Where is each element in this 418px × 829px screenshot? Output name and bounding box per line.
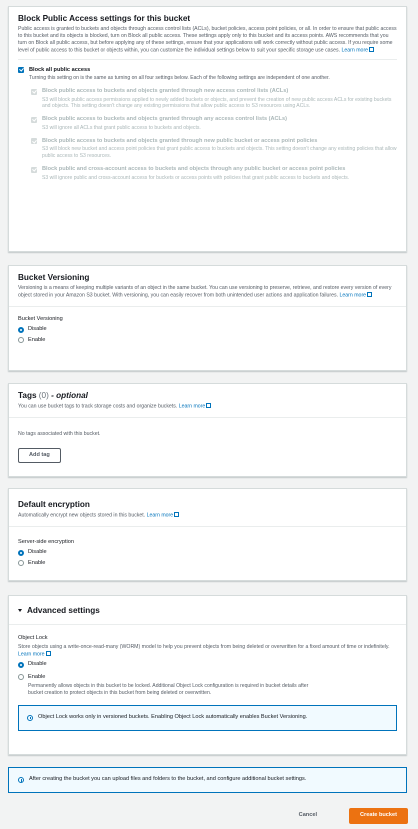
footer-info-alert: After creating the bucket you can upload… bbox=[8, 767, 407, 793]
caret-down-icon bbox=[18, 609, 22, 612]
learn-more-link[interactable]: Learn more bbox=[340, 293, 367, 299]
block-public-access-description: Public access is granted to buckets and … bbox=[18, 26, 397, 54]
block-public-access-body: Block all public access Turning this set… bbox=[9, 60, 406, 195]
block-all-checkbox-row[interactable]: Block all public access Turning this set… bbox=[18, 67, 397, 82]
block-option-label: Block public access to buckets and objec… bbox=[42, 137, 318, 144]
external-link-icon bbox=[206, 403, 212, 409]
advanced-settings-title[interactable]: Advanced settings bbox=[18, 605, 397, 616]
object-lock-enable-description: Permanently allows objects in this bucke… bbox=[28, 683, 309, 697]
learn-more-link[interactable]: Learn more bbox=[18, 651, 45, 657]
object-lock-label: Object Lock bbox=[18, 635, 48, 642]
radio-label: Disable bbox=[28, 549, 47, 556]
external-link-icon bbox=[367, 292, 373, 298]
block-public-access-title: Block Public Access settings for this bu… bbox=[18, 14, 191, 23]
encryption-title: Default encryption bbox=[18, 500, 90, 509]
versioning-panel: Bucket Versioning Versioning is a means … bbox=[8, 265, 407, 371]
learn-more-link[interactable]: Learn more bbox=[179, 404, 206, 410]
block-public-access-panel: Block Public Access settings for this bu… bbox=[8, 6, 407, 252]
block-option-row: Block public access to buckets and objec… bbox=[31, 88, 397, 110]
block-all-description: Turning this setting on is the same as t… bbox=[29, 75, 330, 82]
radio-selected[interactable] bbox=[18, 549, 24, 556]
external-link-icon bbox=[369, 47, 375, 53]
radio-unselected[interactable] bbox=[18, 674, 24, 681]
block-public-access-options: Block public access to buckets and objec… bbox=[31, 88, 397, 181]
encryption-field-label: Server-side encryption bbox=[18, 538, 74, 545]
radio-selected[interactable] bbox=[18, 661, 24, 668]
object-lock-description: Store objects using a write-once-read-ma… bbox=[18, 643, 390, 658]
external-link-icon bbox=[45, 650, 51, 656]
block-option-row: Block public access to buckets and objec… bbox=[31, 138, 397, 160]
block-option-row: Block public access to buckets and objec… bbox=[31, 116, 397, 131]
info-icon bbox=[18, 777, 24, 783]
block-public-access-header: Block Public Access settings for this bu… bbox=[9, 7, 406, 59]
external-link-icon bbox=[174, 512, 180, 518]
tags-description: You can use bucket tags to track storage… bbox=[18, 403, 397, 411]
create-bucket-button[interactable]: Create bucket bbox=[349, 808, 408, 824]
block-all-checkbox[interactable] bbox=[18, 67, 24, 74]
info-icon bbox=[27, 714, 33, 721]
tags-empty-message: No tags associated with this bucket. bbox=[18, 430, 101, 437]
encryption-body: Server-side encryption Disable Enable bbox=[9, 527, 406, 578]
tags-optional: - optional bbox=[51, 391, 88, 400]
tags-body: No tags associated with this bucket. Add… bbox=[9, 418, 406, 471]
encryption-description: Automatically encrypt new objects stored… bbox=[18, 512, 397, 520]
block-option-checkbox bbox=[31, 138, 37, 145]
versioning-field-label: Bucket Versioning bbox=[18, 315, 63, 322]
versioning-enable-option[interactable]: Enable bbox=[18, 337, 397, 345]
encryption-panel: Default encryption Automatically encrypt… bbox=[8, 488, 407, 581]
radio-label: Enable bbox=[28, 336, 46, 343]
footer-info-text: After creating the bucket you can upload… bbox=[29, 776, 307, 783]
add-tag-button[interactable]: Add tag bbox=[18, 447, 61, 464]
versioning-description: Versioning is a means of keeping multipl… bbox=[18, 285, 392, 299]
versioning-disable-option[interactable]: Disable bbox=[18, 326, 397, 334]
block-option-label: Block public access to buckets and objec… bbox=[42, 116, 287, 123]
versioning-header: Bucket Versioning Versioning is a means … bbox=[9, 266, 406, 307]
encryption-enable-option[interactable]: Enable bbox=[18, 560, 397, 568]
object-lock-disable-option[interactable]: Disable bbox=[18, 661, 397, 669]
tags-header: Tags (0) - optional You can use bucket t… bbox=[9, 384, 406, 418]
radio-label: Disable bbox=[28, 661, 47, 668]
encryption-disable-option[interactable]: Disable bbox=[18, 549, 397, 557]
radio-label: Disable bbox=[28, 326, 47, 333]
tags-title: Tags (0) - optional bbox=[18, 391, 88, 400]
block-option-description: S3 will ignore public and cross-account … bbox=[42, 174, 350, 181]
encryption-header: Default encryption Automatically encrypt… bbox=[9, 489, 406, 527]
block-option-label: Block public access to buckets and objec… bbox=[42, 88, 289, 95]
object-lock-info-text: Object Lock works only in versioned buck… bbox=[38, 713, 308, 720]
block-option-description: S3 will block public access permissions … bbox=[42, 96, 392, 110]
radio-selected[interactable] bbox=[18, 326, 24, 333]
versioning-title: Bucket Versioning bbox=[18, 273, 90, 282]
block-option-checkbox bbox=[31, 116, 37, 123]
block-option-description: S3 will block new bucket and access poin… bbox=[42, 146, 397, 160]
learn-more-link[interactable]: Learn more bbox=[147, 513, 174, 519]
cancel-button[interactable]: Cancel bbox=[289, 809, 327, 823]
block-option-label: Block public and cross-account access to… bbox=[42, 166, 346, 173]
block-option-row: Block public and cross-account access to… bbox=[31, 166, 397, 181]
advanced-settings-body: Object Lock Store objects using a write-… bbox=[9, 625, 406, 737]
block-all-label: Block all public access bbox=[29, 66, 91, 73]
footer-actions: Cancel Create bucket bbox=[289, 808, 408, 824]
tags-count: (0) bbox=[38, 391, 49, 400]
radio-unselected[interactable] bbox=[18, 337, 24, 344]
advanced-settings-panel: Advanced settings Object Lock Store obje… bbox=[8, 595, 407, 755]
learn-more-link[interactable]: Learn more bbox=[342, 48, 369, 54]
advanced-settings-toggle[interactable]: Advanced settings bbox=[9, 596, 406, 626]
radio-unselected[interactable] bbox=[18, 560, 24, 567]
radio-label: Enable bbox=[28, 673, 46, 680]
block-option-checkbox bbox=[31, 88, 37, 95]
radio-label: Enable bbox=[28, 559, 46, 566]
object-lock-info-alert: Object Lock works only in versioned buck… bbox=[18, 704, 397, 731]
block-option-description: S3 will ignore all ACLs that grant publi… bbox=[42, 124, 201, 131]
tags-panel: Tags (0) - optional You can use bucket t… bbox=[8, 383, 407, 477]
block-option-checkbox bbox=[31, 166, 37, 173]
object-lock-enable-option[interactable]: Enable bbox=[18, 674, 397, 682]
versioning-body: Bucket Versioning Disable Enable bbox=[9, 307, 406, 355]
